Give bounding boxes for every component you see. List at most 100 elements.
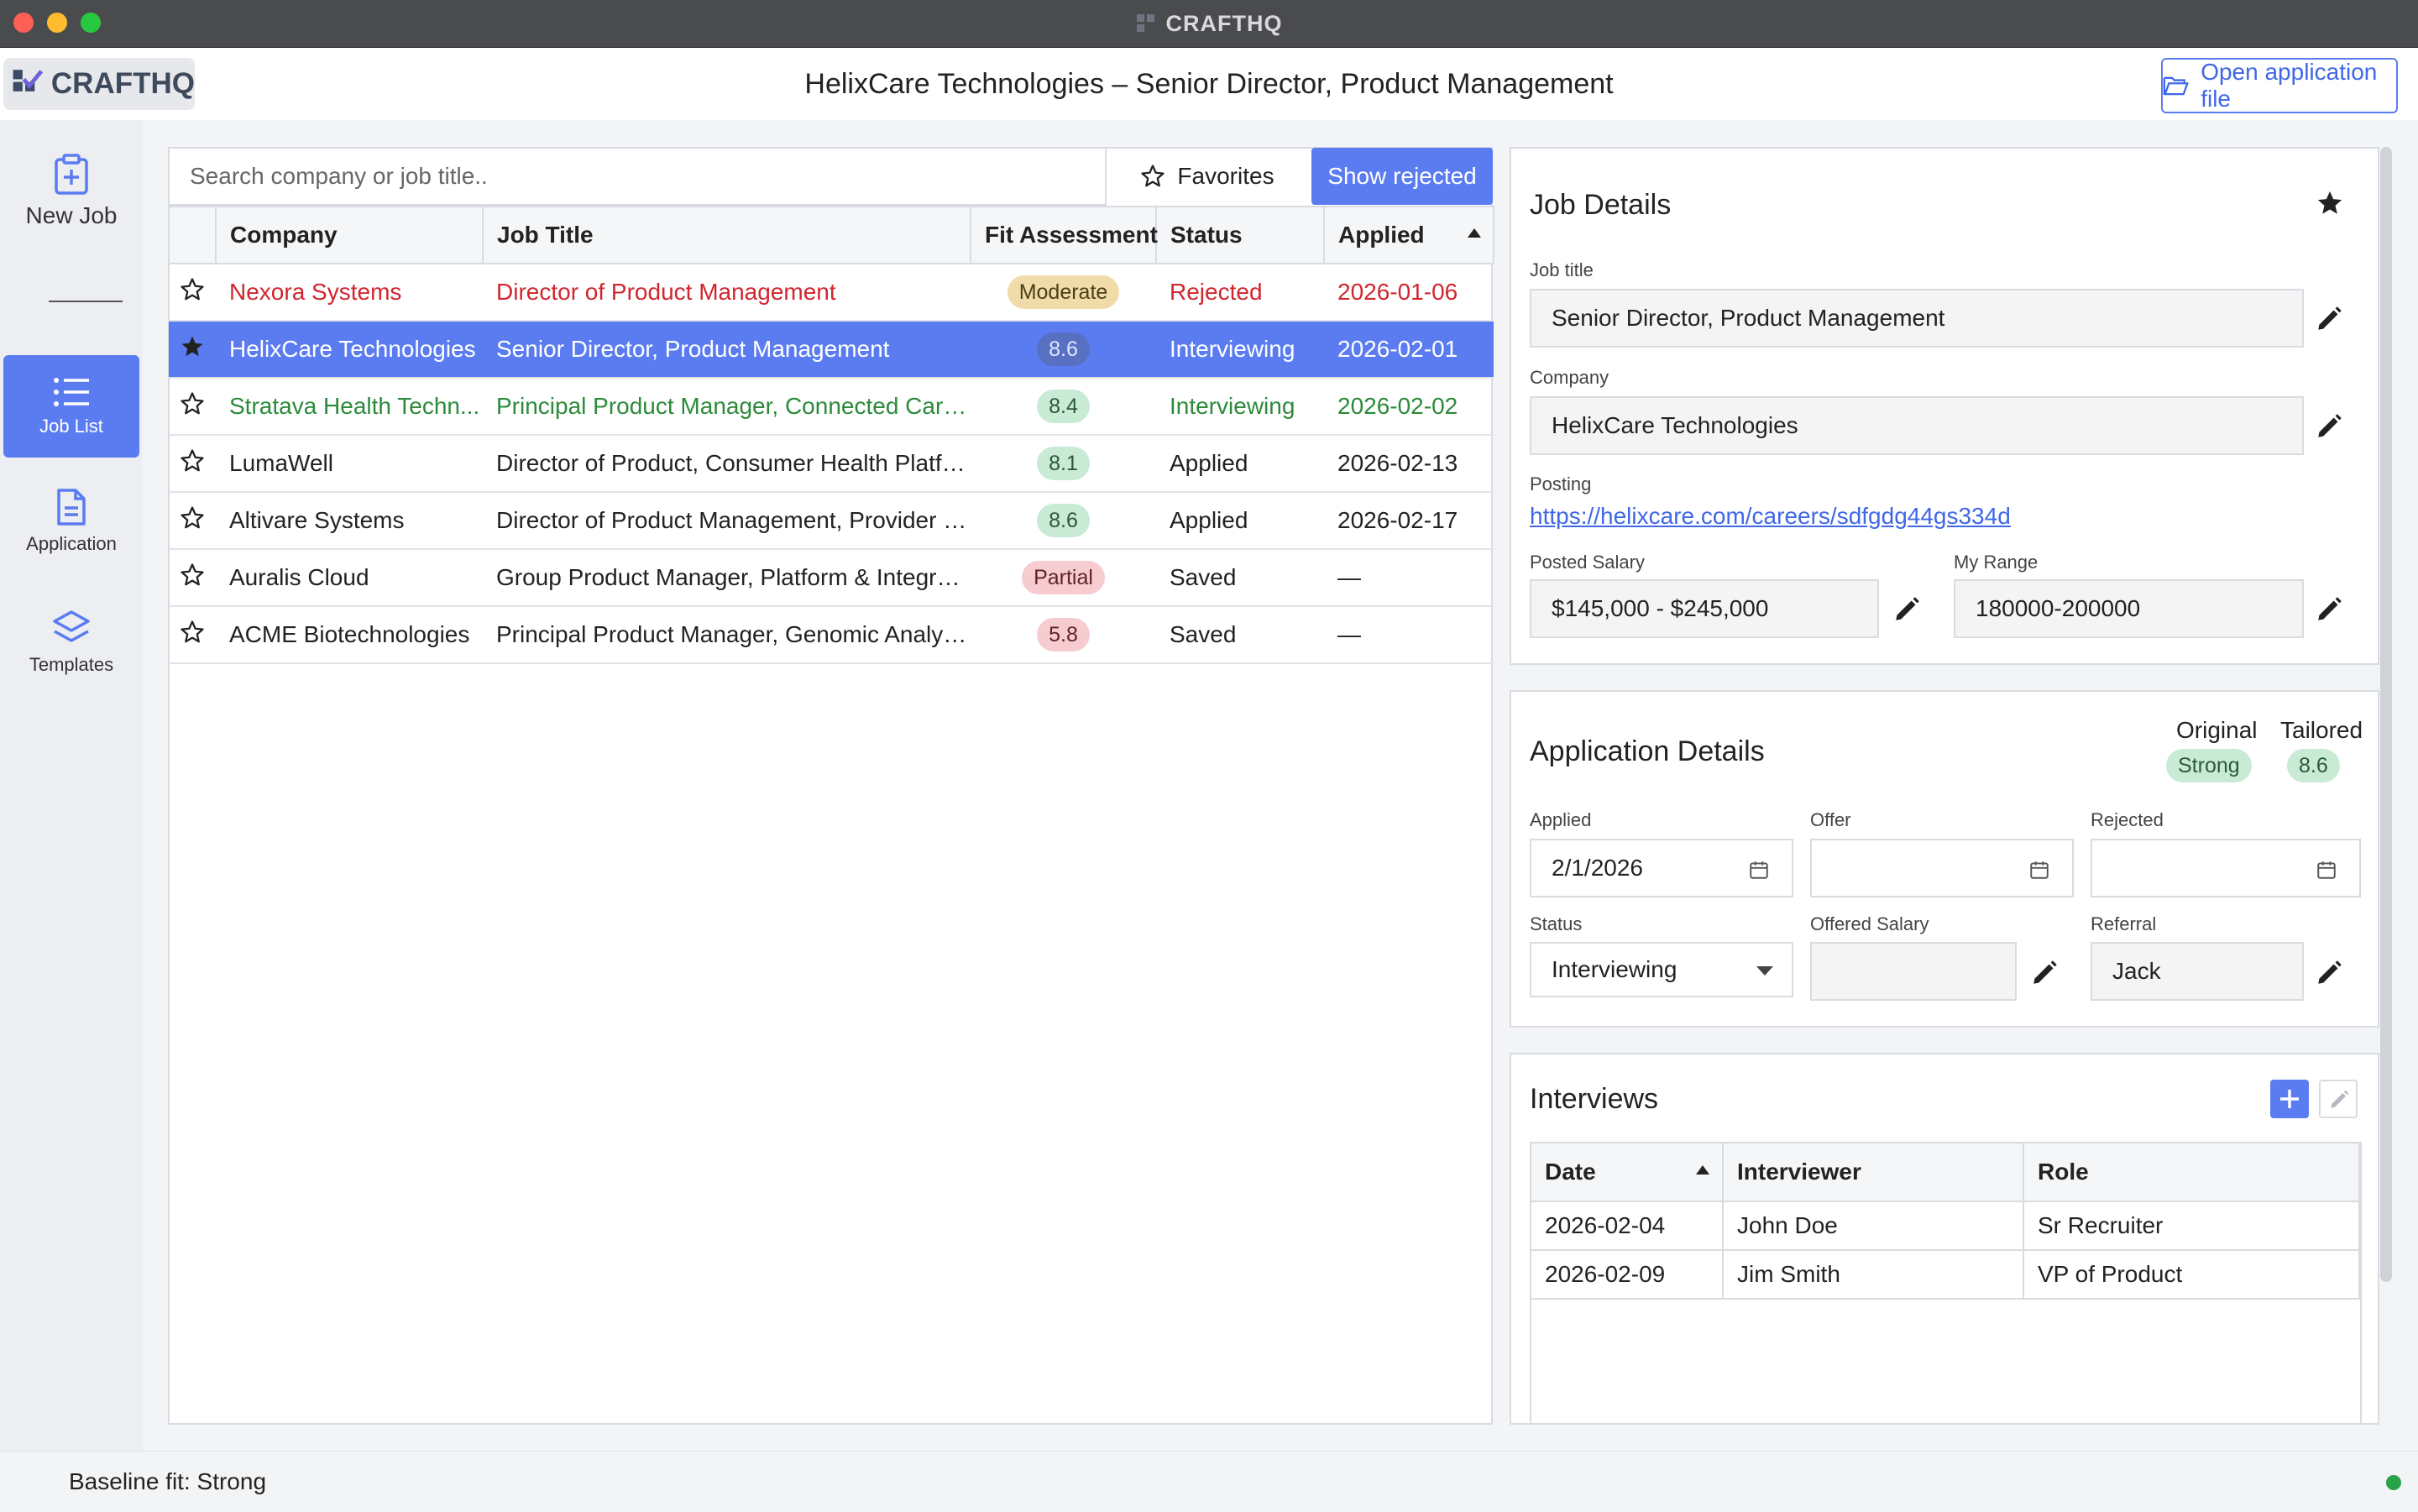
application-details-heading: Application Details (1530, 735, 1765, 767)
table-row[interactable]: Auralis Cloud Group Product Manager, Plat… (169, 549, 1494, 607)
job-details-heading: Job Details (1530, 189, 1672, 221)
applied-date-cell: 2026-02-17 (1324, 492, 1494, 550)
column-header-applied[interactable]: Applied (1323, 206, 1494, 264)
favorites-button[interactable]: Favorites (1125, 147, 1290, 206)
applied-date-picker[interactable]: 2/1/2026 (1530, 839, 1793, 897)
sort-ascending-icon[interactable] (1696, 1165, 1709, 1175)
offer-date-picker[interactable] (1810, 839, 2074, 897)
sidebar-item-job-list[interactable]: Job List (3, 355, 139, 458)
column-header-job-title[interactable]: Job Title (482, 206, 971, 264)
offered-salary-label: Offered Salary (1810, 913, 1929, 934)
column-header-status[interactable]: Status (1155, 206, 1325, 264)
favorite-toggle[interactable] (169, 264, 216, 322)
favorite-toggle[interactable] (169, 606, 216, 664)
interviews-heading: Interviews (1530, 1083, 1659, 1115)
edit-job-title-icon[interactable] (2315, 305, 2343, 333)
star-outline-icon (181, 505, 204, 528)
table-row[interactable]: Altivare Systems Director of Product Mana… (169, 492, 1494, 550)
list-icon (54, 378, 89, 406)
my-range-label: My Range (1954, 552, 2039, 573)
company-cell: ACME Biotechnologies (216, 606, 483, 664)
offered-salary-field[interactable] (1810, 942, 2017, 1001)
plus-icon (2280, 1090, 2299, 1108)
interview-row[interactable]: 2026-02-04 John Doe Sr Recruiter (1530, 1201, 2360, 1251)
edit-interview-button[interactable] (2319, 1080, 2358, 1118)
fit-assessment-cell: Partial (971, 549, 1156, 607)
table-row[interactable]: ACME Biotechnologies Principal Product Ma… (169, 606, 1494, 664)
clipboard-plus-icon (55, 154, 88, 195)
favorite-toggle[interactable] (169, 492, 216, 550)
tailored-fit-label: Tailored (2280, 717, 2363, 743)
edit-my-range-icon[interactable] (2315, 595, 2343, 624)
edit-posted-salary-icon[interactable] (1892, 595, 1921, 624)
app-header: CRAFTHQ HelixCare Technologies – Senior … (0, 48, 2418, 120)
search-placeholder: Search company or job title.. (190, 163, 488, 189)
status-select[interactable]: Interviewing (1530, 942, 1793, 997)
favorite-toggle[interactable] (169, 549, 216, 607)
job-title-label: Job title (1530, 259, 1594, 280)
edit-offered-salary-icon[interactable] (2030, 959, 2059, 987)
interviews-table-header: Date Interviewer Role (1530, 1142, 2360, 1202)
company-cell: HelixCare Technologies (216, 321, 483, 379)
edit-company-icon[interactable] (2315, 412, 2343, 441)
calendar-icon[interactable] (2028, 859, 2050, 881)
posting-link[interactable]: https://helixcare.com/careers/sdfgdg44gs… (1530, 503, 2011, 530)
show-rejected-button[interactable]: Show rejected (1311, 148, 1493, 205)
rejected-date-picker[interactable] (2091, 839, 2361, 897)
column-header-date[interactable]: Date (1530, 1142, 1724, 1202)
job-title-field[interactable]: Senior Director, Product Management (1530, 289, 2304, 348)
job-title-cell: Senior Director, Product Management (483, 321, 971, 379)
status-label: Status (1530, 913, 1583, 934)
table-row[interactable]: HelixCare Technologies Senior Director, P… (169, 321, 1494, 379)
referral-field[interactable]: Jack (2091, 942, 2304, 1001)
column-header-interviewer[interactable]: Interviewer (1722, 1142, 2024, 1202)
sidebar-item-templates[interactable]: Templates (3, 609, 139, 701)
status-select-value: Interviewing (1552, 956, 1677, 982)
favorite-toggle[interactable] (169, 321, 216, 379)
sort-ascending-icon[interactable] (1468, 228, 1481, 238)
calendar-icon[interactable] (1748, 859, 1770, 881)
column-header-applied-label: Applied (1338, 222, 1425, 248)
interview-row[interactable]: 2026-02-09 Jim Smith VP of Product (1530, 1249, 2360, 1300)
favorite-toggle[interactable] (169, 378, 216, 436)
posted-salary-field[interactable]: $145,000 - $245,000 (1530, 579, 1879, 638)
detail-panel-scrollbar[interactable] (2380, 147, 2392, 1282)
job-title-cell: Group Product Manager, Platform & Integr… (483, 549, 971, 607)
column-header-role[interactable]: Role (2023, 1142, 2360, 1202)
job-title-value: Senior Director, Product Management (1552, 305, 1945, 331)
column-header-company[interactable]: Company (215, 206, 484, 264)
favorite-toggle[interactable] (169, 435, 216, 493)
interviewer-cell: Jim Smith (1722, 1249, 2024, 1300)
edit-referral-icon[interactable] (2315, 959, 2343, 987)
company-cell: Altivare Systems (216, 492, 483, 550)
company-field[interactable]: HelixCare Technologies (1530, 396, 2304, 455)
job-table: Company Job Title Fit Assessment Status … (168, 206, 1494, 664)
add-interview-button[interactable] (2270, 1080, 2309, 1118)
company-cell: Auralis Cloud (216, 549, 483, 607)
open-application-file-button[interactable]: Open application file (2161, 58, 2398, 113)
sidebar-item-label: Templates (29, 654, 114, 675)
column-header-favorite[interactable] (168, 206, 217, 264)
table-row[interactable]: Stratava Health Techn... Principal Produc… (169, 378, 1494, 436)
job-table-header: Company Job Title Fit Assessment Status … (168, 206, 1494, 264)
sidebar-item-new-job[interactable]: New Job (3, 154, 139, 254)
column-header-fit-assessment[interactable]: Fit Assessment (970, 206, 1158, 264)
table-row[interactable]: Nexora Systems Director of Product Manage… (169, 264, 1494, 322)
job-title-cell: Principal Product Manager, Connected Car… (483, 378, 971, 436)
window-title: CRAFTHQ (0, 0, 2418, 47)
search-input[interactable]: Search company or job title.. (168, 147, 1107, 206)
posted-salary-label: Posted Salary (1530, 552, 1645, 573)
table-row[interactable]: LumaWell Director of Product, Consumer He… (169, 435, 1494, 493)
company-value: HelixCare Technologies (1552, 412, 1798, 438)
sidebar-item-application[interactable]: Application (3, 488, 139, 580)
fit-badge: Partial (1022, 561, 1105, 594)
fit-assessment-cell: 8.6 (971, 321, 1156, 379)
my-range-field[interactable]: 180000-200000 (1954, 579, 2304, 638)
calendar-icon[interactable] (2316, 859, 2337, 881)
applied-date-cell: — (1324, 606, 1494, 664)
role-cell: Sr Recruiter (2023, 1201, 2360, 1251)
favorite-star-icon[interactable] (2316, 189, 2344, 217)
star-outline-icon (181, 620, 204, 642)
applied-date-cell: 2026-01-06 (1324, 264, 1494, 322)
sidebar-item-label: Application (26, 533, 117, 554)
